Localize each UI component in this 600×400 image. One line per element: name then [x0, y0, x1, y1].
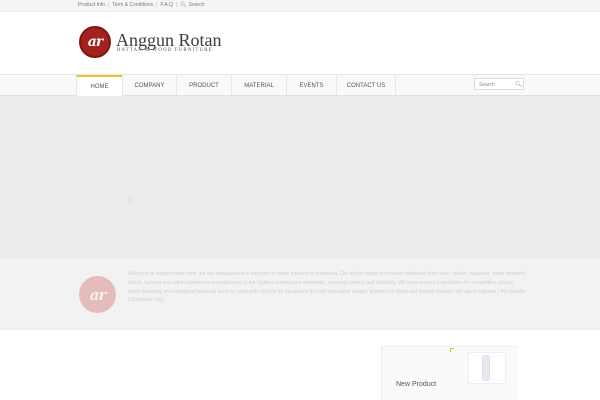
nav-search-box[interactable]: 🔍︎: [474, 78, 524, 90]
page: Product Info | Term & Conditions | F.A.Q…: [0, 0, 600, 400]
top-links: Product Info | Term & Conditions | F.A.Q…: [78, 2, 204, 8]
nav-item-material[interactable]: MATERIAL: [231, 75, 286, 96]
hero-slider[interactable]: [0, 96, 600, 259]
top-utility-bar: Product Info | Term & Conditions | F.A.Q…: [0, 0, 600, 12]
nav-item-contact-us[interactable]: CONTACT US: [336, 75, 396, 96]
search-input[interactable]: [479, 80, 513, 89]
top-link-terms[interactable]: Term & Conditions: [112, 2, 153, 8]
slider-indicator: [129, 196, 131, 204]
welcome-logo-monogram: ar: [89, 285, 107, 304]
top-link-search[interactable]: Search: [189, 2, 205, 8]
brand-logo[interactable]: ar: [79, 26, 111, 58]
top-link-separator: |: [156, 2, 158, 8]
nav-item-company[interactable]: COMPANY: [122, 75, 176, 96]
top-link-separator: |: [107, 2, 110, 8]
welcome-text: Welcome to anggun-rotan.com, we are manu…: [128, 271, 526, 304]
product-image[interactable]: [482, 355, 490, 381]
widget-corner-accent: [450, 348, 454, 352]
brand-tagline: RATTAN & WOOD FURNITURE: [117, 48, 213, 53]
search-icon[interactable]: 🔍︎: [515, 81, 523, 88]
top-link-faq[interactable]: F.A.Q: [160, 2, 173, 8]
new-product-title: New Product: [396, 381, 437, 388]
top-link-product-info[interactable]: Product Info: [78, 2, 105, 8]
logo-monogram: ar: [87, 34, 103, 50]
nav-item-product[interactable]: PRODUCT: [176, 75, 231, 96]
top-link-separator: |: [175, 2, 178, 8]
search-icon[interactable]: 🔍︎: [180, 2, 186, 8]
nav-item-events[interactable]: EVENTS: [286, 75, 336, 96]
nav-item-home[interactable]: HOME: [76, 75, 122, 96]
welcome-logo: ar: [79, 276, 116, 313]
